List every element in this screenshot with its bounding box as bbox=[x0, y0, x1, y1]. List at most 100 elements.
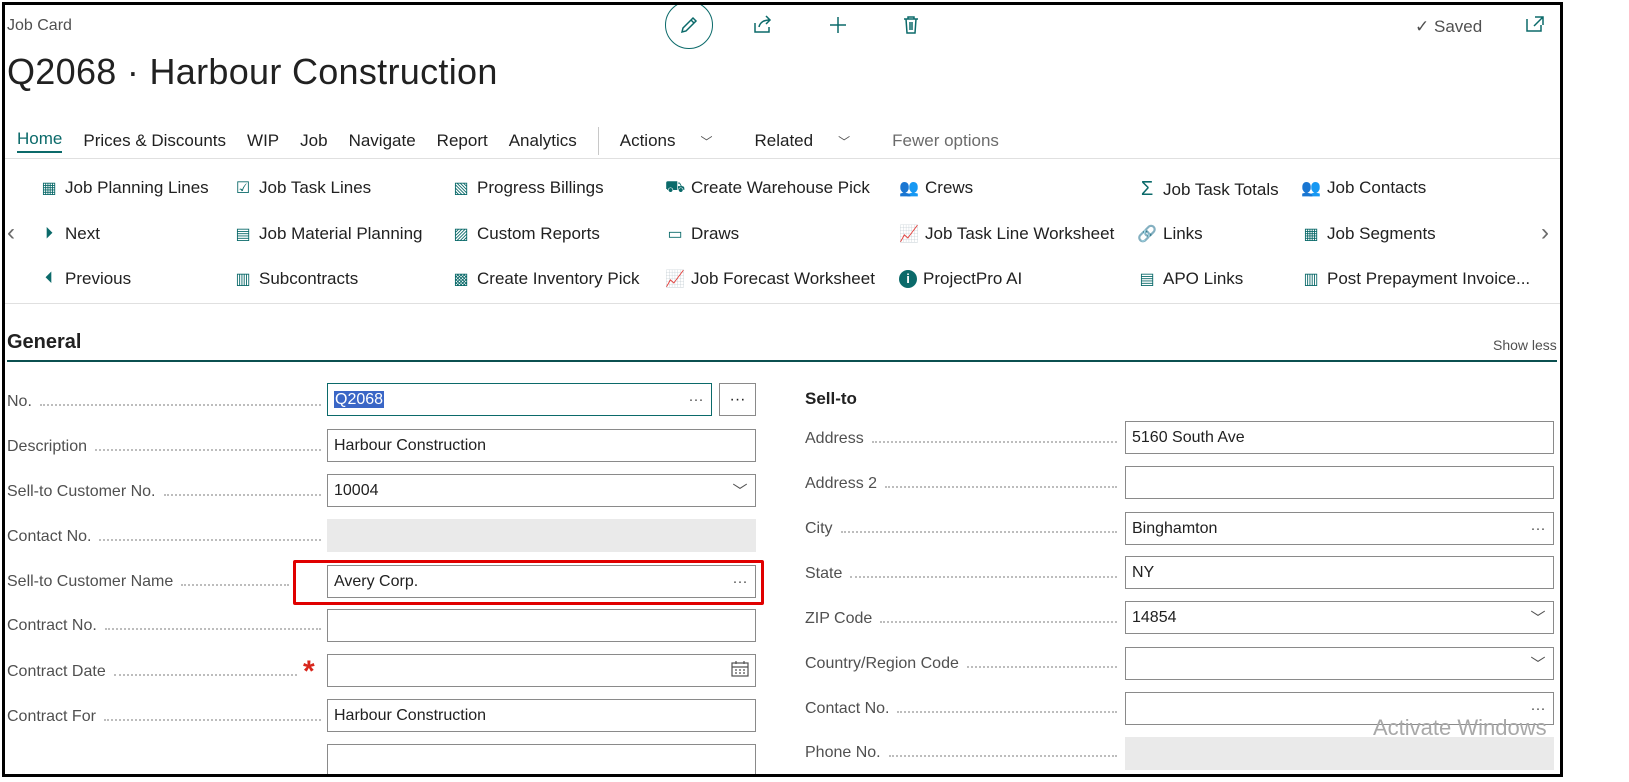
no-input[interactable]: Q2068 ··· bbox=[327, 383, 712, 416]
description-input[interactable]: Harbour Construction bbox=[327, 429, 756, 462]
description-label: Description bbox=[7, 438, 321, 456]
actions-menu[interactable]: Actions ﹀ bbox=[620, 131, 734, 151]
address-input[interactable]: 5160 South Ave bbox=[1125, 421, 1554, 454]
chevron-down-icon: ﹀ bbox=[700, 135, 713, 149]
country-region-label: Country/Region Code bbox=[805, 655, 1117, 673]
draws-action[interactable]: ▭ Draws bbox=[665, 224, 739, 244]
fewer-options-button[interactable]: Fewer options bbox=[892, 131, 999, 151]
subcontracts-icon: ▥ bbox=[235, 271, 251, 288]
show-less-button[interactable]: Show less bbox=[1493, 337, 1557, 353]
job-task-totals-action[interactable]: Σ Job Task Totals bbox=[1137, 178, 1279, 201]
next-action[interactable]: ⏵ Next bbox=[39, 224, 100, 244]
chart-icon: 📈 bbox=[665, 271, 685, 288]
new-icon[interactable] bbox=[818, 5, 858, 45]
create-inventory-pick-action[interactable]: ▩ Create Inventory Pick bbox=[451, 269, 639, 289]
country-region-select[interactable]: ﹀ bbox=[1125, 647, 1554, 680]
people-icon: 👥 bbox=[899, 180, 919, 197]
tab-job[interactable]: Job bbox=[300, 131, 327, 151]
job-forecast-worksheet-action[interactable]: 📈 Job Forecast Worksheet bbox=[665, 269, 875, 289]
warehouse-pick-icon: ⛟ bbox=[665, 179, 686, 196]
action-menu-bar: Home Prices & Discounts WIP Job Navigate… bbox=[17, 127, 1020, 155]
chevron-down-icon: ﹀ bbox=[838, 135, 851, 149]
tab-prices-discounts[interactable]: Prices & Discounts bbox=[83, 131, 226, 151]
tab-navigate[interactable]: Navigate bbox=[349, 131, 416, 151]
edit-icon[interactable] bbox=[665, 5, 713, 49]
menu-divider bbox=[597, 127, 599, 155]
material-planning-icon: ▤ bbox=[235, 226, 251, 243]
checkmark-icon: ✓ bbox=[1415, 17, 1430, 36]
contract-for-input[interactable]: Harbour Construction bbox=[327, 699, 756, 732]
custom-reports-action[interactable]: ▨ Custom Reports bbox=[451, 224, 599, 244]
ellipsis-icon[interactable]: ··· bbox=[1523, 520, 1553, 537]
chevron-down-icon: ﹀ bbox=[732, 483, 748, 500]
crews-action[interactable]: 👥 Crews bbox=[899, 178, 973, 198]
job-contacts-action[interactable]: 👥 Job Contacts bbox=[1301, 178, 1426, 198]
ellipsis-icon: ··· bbox=[729, 390, 746, 408]
next-icon: ⏵ bbox=[44, 225, 53, 242]
planning-lines-icon: ▦ bbox=[41, 180, 57, 197]
chevron-down-icon: ﹀ bbox=[1530, 610, 1546, 627]
previous-action[interactable]: ⏴ Previous bbox=[39, 269, 131, 289]
contract-no-input[interactable] bbox=[327, 609, 756, 642]
contact-no-input bbox=[327, 519, 756, 552]
related-menu[interactable]: Related ﹀ bbox=[755, 131, 872, 151]
share-icon[interactable] bbox=[743, 5, 783, 45]
address2-input[interactable] bbox=[1125, 466, 1554, 499]
link-icon: 🔗 bbox=[1137, 226, 1157, 243]
customer-name-input[interactable]: Avery Corp. ··· bbox=[327, 565, 756, 598]
subcontracts-action[interactable]: ▥ Subcontracts bbox=[233, 269, 358, 289]
state-label: State bbox=[805, 565, 1117, 583]
contract-date-input[interactable] bbox=[327, 654, 756, 687]
post-prepayment-invoice-action[interactable]: ▥ Post Prepayment Invoice... bbox=[1301, 269, 1530, 289]
activate-windows-watermark: Activate Windows bbox=[1373, 715, 1547, 740]
no-assist-button[interactable]: ··· bbox=[719, 383, 756, 416]
section-underline bbox=[7, 360, 1557, 362]
phone-no-label: Phone No. bbox=[805, 744, 1117, 762]
popout-icon[interactable] bbox=[1525, 15, 1545, 38]
phone-no-input bbox=[1125, 737, 1554, 770]
info-icon: i bbox=[899, 270, 917, 288]
inventory-pick-icon: ▩ bbox=[453, 271, 469, 288]
ellipsis-icon[interactable]: ··· bbox=[725, 573, 755, 590]
breadcrumb: Job Card bbox=[7, 17, 72, 34]
job-task-line-worksheet-action[interactable]: 📈 Job Task Line Worksheet bbox=[899, 224, 1114, 244]
divider bbox=[5, 303, 1560, 304]
contact-no-label: Contact No. bbox=[7, 528, 321, 546]
invoice-icon: ▥ bbox=[1303, 271, 1319, 288]
apo-links-action[interactable]: ▤ APO Links bbox=[1137, 269, 1243, 289]
sigma-icon: Σ bbox=[1140, 178, 1154, 200]
links-action[interactable]: 🔗 Links bbox=[1137, 224, 1203, 244]
section-title-general: General bbox=[7, 331, 82, 353]
scroll-left-icon[interactable]: ‹ bbox=[7, 219, 15, 247]
job-material-planning-action[interactable]: ▤ Job Material Planning bbox=[233, 224, 422, 244]
create-warehouse-pick-action[interactable]: ⛟ Create Warehouse Pick bbox=[665, 178, 870, 198]
job-segments-action[interactable]: ▦ Job Segments bbox=[1301, 224, 1435, 244]
contacts-icon: 👥 bbox=[1301, 180, 1321, 197]
sell-to-heading: Sell-to bbox=[805, 389, 857, 408]
tab-analytics[interactable]: Analytics bbox=[509, 131, 577, 151]
next-field-input[interactable] bbox=[327, 744, 756, 774]
scroll-right-icon[interactable]: › bbox=[1541, 219, 1549, 247]
page-title: Q2068 · Harbour Construction bbox=[7, 51, 498, 92]
delete-icon[interactable] bbox=[891, 5, 931, 45]
customer-no-select[interactable]: 10004 ﹀ bbox=[327, 474, 756, 507]
job-planning-lines-action[interactable]: ▦ Job Planning Lines bbox=[39, 178, 208, 198]
previous-icon: ⏴ bbox=[44, 270, 53, 287]
projectpro-ai-action[interactable]: i ProjectPro AI bbox=[899, 269, 1022, 289]
apo-links-icon: ▤ bbox=[1139, 271, 1155, 288]
saved-status: ✓ Saved bbox=[1415, 17, 1483, 36]
calendar-icon[interactable] bbox=[725, 660, 755, 681]
tab-home[interactable]: Home bbox=[17, 129, 63, 153]
report-icon: ▨ bbox=[453, 226, 469, 243]
no-label: No. bbox=[7, 393, 321, 411]
progress-billings-action[interactable]: ▧ Progress Billings bbox=[451, 178, 603, 198]
divider bbox=[5, 158, 1560, 159]
state-input[interactable]: NY bbox=[1125, 556, 1554, 589]
zip-code-select[interactable]: 14854 ﹀ bbox=[1125, 601, 1554, 634]
ellipsis-icon[interactable]: ··· bbox=[681, 391, 711, 408]
job-task-lines-action[interactable]: ☑ Job Task Lines bbox=[233, 178, 371, 198]
address-label: Address bbox=[805, 430, 1117, 448]
city-input[interactable]: Binghamton ··· bbox=[1125, 512, 1554, 545]
tab-report[interactable]: Report bbox=[437, 131, 488, 151]
tab-wip[interactable]: WIP bbox=[247, 131, 279, 151]
